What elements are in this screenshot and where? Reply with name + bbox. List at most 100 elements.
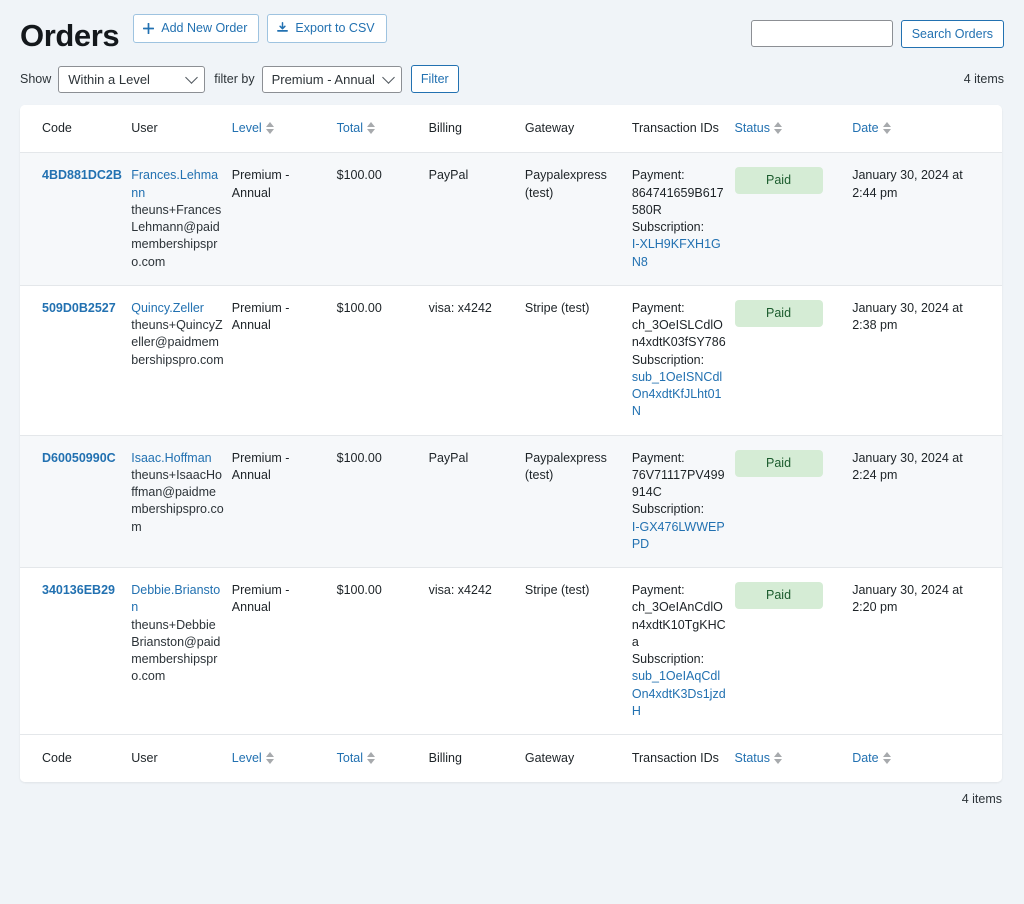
footer-header-total[interactable]: Total [337, 735, 429, 783]
cell-billing: visa: x4242 [429, 285, 525, 435]
cell-status: Paid [735, 153, 853, 286]
status-badge: Paid [735, 450, 823, 477]
show-select-value: Within a Level [68, 72, 150, 87]
user-link[interactable]: Quincy.Zeller [131, 300, 224, 317]
add-new-order-button[interactable]: Add New Order [133, 14, 259, 43]
subscription-label: Subscription: [632, 501, 727, 518]
cell-gateway: Paypalexpress (test) [525, 153, 632, 286]
payment-block: Payment:76V71117PV499914C [632, 450, 727, 502]
footer-header-status-label: Status [735, 751, 770, 765]
subscription-id-link[interactable]: I-GX476LWWEPPD [632, 519, 727, 554]
order-code-link[interactable]: 509D0B2527 [42, 301, 116, 315]
cell-total: $100.00 [337, 568, 429, 735]
user-email: theuns+IsaacHoffman@paidmembershipspro.c… [131, 467, 224, 536]
export-to-csv-button[interactable]: Export to CSV [267, 14, 386, 43]
status-badge: Paid [735, 167, 823, 194]
payment-id: ch_3OeIAnCdlOn4xdtK10TgKHCa [632, 599, 727, 651]
payment-label: Payment: [632, 300, 727, 317]
footer-header-date-label: Date [852, 751, 878, 765]
order-code-link[interactable]: 4BD881DC2B [42, 168, 122, 182]
sort-level[interactable]: Level [232, 121, 274, 135]
sort-status[interactable]: Status [735, 121, 782, 135]
payment-block: Payment:864741659B617580R [632, 167, 727, 219]
footer-header-billing: Billing [429, 735, 525, 783]
cell-code: 340136EB29 [20, 568, 131, 735]
payment-block: Payment:ch_3OeIAnCdlOn4xdtK10TgKHCa [632, 582, 727, 651]
cell-transaction-ids: Payment:76V71117PV499914CSubscription:I-… [632, 435, 735, 568]
footer-header-date[interactable]: Date [852, 735, 1002, 783]
cell-code: 509D0B2527 [20, 285, 131, 435]
subscription-block: Subscription:I-GX476LWWEPPD [632, 501, 727, 553]
footer-header-status[interactable]: Status [735, 735, 853, 783]
status-badge: Paid [735, 300, 823, 327]
table-foot: Code User Level Total Billing Gateway [20, 735, 1002, 783]
cell-status: Paid [735, 435, 853, 568]
column-header-level[interactable]: Level [232, 105, 337, 153]
orders-table-card: Code User Level Total Billing Gateway [20, 105, 1002, 782]
cell-transaction-ids: Payment:ch_3OeISLCdlOn4xdtK03fSY786Subsc… [632, 285, 735, 435]
filter-button[interactable]: Filter [411, 65, 459, 93]
search-orders-button[interactable]: Search Orders [901, 20, 1004, 48]
column-header-total-label: Total [337, 121, 363, 135]
cell-status: Paid [735, 285, 853, 435]
payment-id: 76V71117PV499914C [632, 467, 727, 502]
cell-user: Debbie.Brianstontheuns+DebbieBrianston@p… [131, 568, 232, 735]
show-label: Show [20, 72, 51, 86]
sort-status[interactable]: Status [735, 751, 782, 765]
user-email: theuns+QuincyZeller@paidmembershipspro.c… [131, 317, 224, 369]
show-select[interactable]: Within a Level [58, 66, 205, 93]
payment-block: Payment:ch_3OeISLCdlOn4xdtK03fSY786 [632, 300, 727, 352]
sort-level[interactable]: Level [232, 751, 274, 765]
footer-header-level-label: Level [232, 751, 262, 765]
sort-icon [266, 122, 274, 134]
cell-total: $100.00 [337, 285, 429, 435]
cell-billing: PayPal [429, 435, 525, 568]
items-count-bottom: 4 items [0, 792, 1002, 806]
subscription-id-link[interactable]: sub_1OeISNCdlOn4xdtKfJLht01N [632, 369, 727, 421]
cell-user: Isaac.Hoffmantheuns+IsaacHoffman@paidmem… [131, 435, 232, 568]
user-link[interactable]: Isaac.Hoffman [131, 450, 224, 467]
sort-total[interactable]: Total [337, 751, 375, 765]
chevron-down-icon [382, 71, 395, 84]
column-header-date[interactable]: Date [852, 105, 1002, 153]
plus-icon [143, 23, 154, 34]
sort-icon [367, 752, 375, 764]
sort-date[interactable]: Date [852, 121, 890, 135]
level-select[interactable]: Premium - Annual [262, 66, 402, 93]
cell-date: January 30, 2024 at 2:20 pm [852, 568, 1002, 735]
subscription-label: Subscription: [632, 651, 727, 668]
table-row: 340136EB29 Debbie.Brianstontheuns+DebbieB… [20, 568, 1002, 735]
cell-code: 4BD881DC2B [20, 153, 131, 286]
cell-transaction-ids: Payment:864741659B617580RSubscription:I-… [632, 153, 735, 286]
column-header-status[interactable]: Status [735, 105, 853, 153]
subscription-label: Subscription: [632, 352, 727, 369]
page-header: Orders Add New Order Export to CSV Searc… [0, 0, 1024, 51]
subscription-id-link[interactable]: sub_1OeIAqCdlOn4xdtK3Ds1jzdH [632, 668, 727, 720]
order-code-link[interactable]: 340136EB29 [42, 583, 115, 597]
table-body: 4BD881DC2B Frances.Lehmanntheuns+FrancesL… [20, 153, 1002, 735]
user-link[interactable]: Frances.Lehmann [131, 167, 224, 202]
column-header-code: Code [20, 105, 131, 153]
payment-label: Payment: [632, 582, 727, 599]
subscription-id-link[interactable]: I-XLH9KFXH1GN8 [632, 236, 727, 271]
search-input[interactable] [751, 20, 893, 47]
order-code-link[interactable]: D60050990C [42, 451, 116, 465]
cell-user: Frances.Lehmanntheuns+FrancesLehmann@pai… [131, 153, 232, 286]
column-header-level-label: Level [232, 121, 262, 135]
footer-header-level[interactable]: Level [232, 735, 337, 783]
sort-total[interactable]: Total [337, 121, 375, 135]
column-header-user: User [131, 105, 232, 153]
cell-date: January 30, 2024 at 2:24 pm [852, 435, 1002, 568]
cell-gateway: Paypalexpress (test) [525, 435, 632, 568]
table-footer-row: Code User Level Total Billing Gateway [20, 735, 1002, 783]
sort-icon [883, 752, 891, 764]
user-link[interactable]: Debbie.Brianston [131, 582, 224, 617]
cell-gateway: Stripe (test) [525, 285, 632, 435]
footer-header-gateway: Gateway [525, 735, 632, 783]
cell-user: Quincy.Zellertheuns+QuincyZeller@paidmem… [131, 285, 232, 435]
cell-billing: PayPal [429, 153, 525, 286]
column-header-status-label: Status [735, 121, 770, 135]
sort-date[interactable]: Date [852, 751, 890, 765]
column-header-total[interactable]: Total [337, 105, 429, 153]
subscription-block: Subscription:sub_1OeIAqCdlOn4xdtK3Ds1jzd… [632, 651, 727, 720]
